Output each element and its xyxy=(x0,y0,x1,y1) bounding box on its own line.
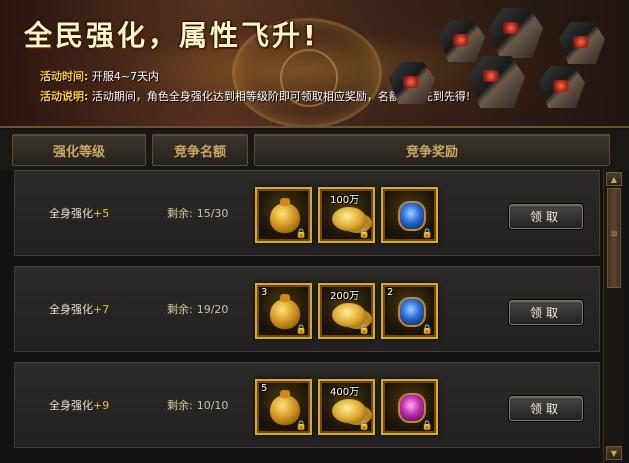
banner-gems-art xyxy=(389,0,629,126)
reward-items: 5 🔒 400万 🔒 🔒 xyxy=(255,379,438,435)
scrollbar[interactable]: ▲ ▼ xyxy=(603,170,623,463)
scroll-thumb[interactable] xyxy=(607,188,621,288)
lock-icon: 🔒 xyxy=(421,421,433,431)
scroll-up-icon[interactable]: ▲ xyxy=(606,172,622,186)
reward-item-slot[interactable]: 400万 🔒 xyxy=(318,379,375,435)
event-time-line: 活动时间: 开服4~7天内 xyxy=(40,68,159,84)
gold-coins-icon xyxy=(332,399,366,423)
lock-icon: 🔒 xyxy=(295,229,307,239)
reward-item-slot[interactable]: 🔒 xyxy=(255,187,312,243)
scroll-down-icon[interactable]: ▼ xyxy=(606,446,622,460)
claim-button[interactable]: 领取 xyxy=(509,204,583,229)
level-plus: +9 xyxy=(93,398,110,412)
reward-item-slot[interactable]: 200万 🔒 xyxy=(318,283,375,339)
reward-row: 全身强化 +7 剩余: 19/20 3 🔒 200万 🔒 2 🔒 领取 xyxy=(14,266,600,352)
lock-icon: 🔒 xyxy=(295,421,307,431)
reward-item-slot[interactable]: 🔒 xyxy=(381,379,438,435)
gold-coins-icon xyxy=(332,303,366,327)
remaining-value: 19/20 xyxy=(196,302,229,316)
level-text: 全身强化 xyxy=(49,399,93,412)
gem-icon xyxy=(539,66,585,108)
remaining-quota: 剩余: 10/10 xyxy=(167,363,228,447)
gold-coins-icon xyxy=(332,207,366,231)
item-count: 2 xyxy=(387,287,394,298)
header-level: 强化等级 xyxy=(12,134,146,166)
remaining-label: 剩余: xyxy=(167,207,193,220)
reward-row: 全身强化 +5 剩余: 15/30 🔒 100万 🔒 🔒 领取 xyxy=(14,170,600,256)
item-count: 5 xyxy=(261,383,268,394)
reward-item-slot[interactable]: 3 🔒 xyxy=(255,283,312,339)
remaining-value: 10/10 xyxy=(196,398,229,412)
reward-items: 🔒 100万 🔒 🔒 xyxy=(255,187,438,243)
event-time-key: 活动时间: xyxy=(40,70,89,83)
remaining-label: 剩余: xyxy=(167,399,193,412)
claim-button[interactable]: 领取 xyxy=(509,300,583,325)
level-text: 全身强化 xyxy=(49,303,93,316)
gem-icon xyxy=(469,56,525,108)
header-quota: 竞争名额 xyxy=(152,134,248,166)
item-count: 100万 xyxy=(330,195,360,206)
reward-item-slot[interactable]: 🔒 xyxy=(381,187,438,243)
lock-icon: 🔒 xyxy=(358,421,370,431)
event-time-value: 开服4~7天内 xyxy=(91,70,160,83)
gem-icon xyxy=(489,8,543,58)
remaining-quota: 剩余: 19/20 xyxy=(167,267,228,351)
level-plus: +7 xyxy=(93,302,110,316)
reward-list: 全身强化 +5 剩余: 15/30 🔒 100万 🔒 🔒 领取 全身强化 +7 … xyxy=(0,170,602,463)
blue-gem-icon xyxy=(398,201,426,231)
lock-icon: 🔒 xyxy=(358,229,370,239)
table-header: 强化等级 竞争名额 竞争奖励 xyxy=(0,130,629,170)
reward-item-slot[interactable]: 2 🔒 xyxy=(381,283,438,339)
level-label: 全身强化 +9 xyxy=(49,363,109,447)
event-desc-key: 活动说明: xyxy=(40,90,89,103)
item-count: 400万 xyxy=(330,387,360,398)
remaining-quota: 剩余: 15/30 xyxy=(167,171,228,255)
level-text: 全身强化 xyxy=(49,207,93,220)
level-label: 全身强化 +5 xyxy=(49,171,109,255)
gem-icon xyxy=(439,20,485,62)
reward-item-slot[interactable]: 5 🔒 xyxy=(255,379,312,435)
lock-icon: 🔒 xyxy=(295,325,307,335)
reward-row: 全身强化 +9 剩余: 10/10 5 🔒 400万 🔒 🔒 领取 xyxy=(14,362,600,448)
reward-item-slot[interactable]: 100万 🔒 xyxy=(318,187,375,243)
reward-items: 3 🔒 200万 🔒 2 🔒 xyxy=(255,283,438,339)
banner-title: 全民强化，属性飞升! xyxy=(24,19,319,52)
header-reward: 竞争奖励 xyxy=(254,134,610,166)
level-plus: +5 xyxy=(93,206,110,220)
event-banner: 全民强化，属性飞升! 活动时间: 开服4~7天内 活动说明: 活动期间，角色全身… xyxy=(0,0,629,128)
claim-button[interactable]: 领取 xyxy=(509,396,583,421)
item-count: 200万 xyxy=(330,291,360,302)
level-label: 全身强化 +7 xyxy=(49,267,109,351)
blue-gem-icon xyxy=(398,297,426,327)
remaining-value: 15/30 xyxy=(196,206,229,220)
lock-icon: 🔒 xyxy=(358,325,370,335)
remaining-label: 剩余: xyxy=(167,303,193,316)
gem-icon xyxy=(559,22,605,64)
gem-icon xyxy=(389,62,435,104)
item-count: 3 xyxy=(261,287,268,298)
lock-icon: 🔒 xyxy=(421,229,433,239)
purple-gem-icon xyxy=(398,393,426,423)
lock-icon: 🔒 xyxy=(421,325,433,335)
